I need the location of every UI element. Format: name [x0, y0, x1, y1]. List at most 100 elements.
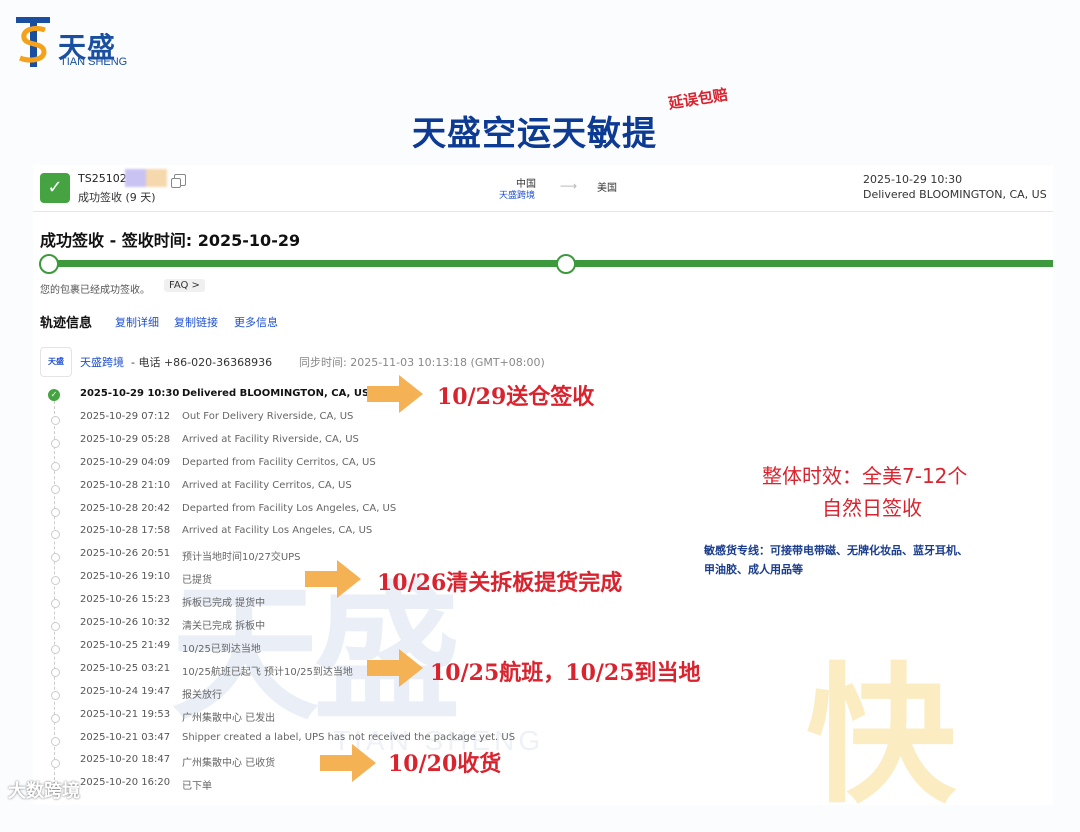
- brand-logo: 天盛 TIAN SHENG: [14, 14, 129, 70]
- origin-carrier-link[interactable]: 天盛跨境: [499, 188, 535, 201]
- timeline-dot-icon: [51, 622, 60, 631]
- event-time: 2025-10-21 03:47: [80, 731, 171, 743]
- event-description: Delivered BLOOMINGTON, CA, US: [182, 388, 370, 399]
- shipment-status: 成功签收 (9 天): [78, 191, 156, 204]
- timeline-dot-icon: [51, 759, 60, 769]
- note-flight-arrival: 10/25航班，10/25到当地: [430, 660, 701, 686]
- event-description: 10/25航班已起飞 预计10/25到达当地: [182, 666, 353, 678]
- carrier-name[interactable]: 天盛跨境: [80, 354, 124, 370]
- annotation-arrow-icon: [320, 744, 376, 782]
- event-row: 2025-10-29 04:09 Departed from Facility C…: [33, 457, 573, 477]
- timeline-dot-icon: [51, 484, 60, 494]
- event-description: Out For Delivery Riverside, CA, US: [182, 410, 354, 422]
- event-time: 2025-10-20 18:47: [80, 754, 171, 766]
- event-description: Shipper created a label, UPS has not rec…: [182, 731, 516, 743]
- destination-country: 美国: [597, 183, 617, 194]
- event-time: 2025-10-26 20:51: [80, 548, 171, 560]
- summary-line-1: 整体时效：全美7-12个: [762, 464, 968, 488]
- ts-logo-icon: [16, 17, 50, 67]
- event-row: 2025-10-29 07:12 Out For Delivery Riversi…: [33, 411, 573, 431]
- note-customs-cleared: 10/26清关拆板提货完成: [377, 570, 623, 596]
- event-time: 2025-10-28 20:42: [80, 502, 171, 514]
- timeline-dot-icon: [51, 507, 60, 517]
- more-info-link[interactable]: 更多信息: [234, 314, 278, 330]
- copy-icon[interactable]: [171, 174, 186, 188]
- timeline-dot-icon: [51, 576, 60, 586]
- delivery-subtitle: 您的包裹已经成功签收。: [40, 285, 150, 296]
- event-row: 2025-10-26 10:32 清关已完成 拆板中: [33, 617, 573, 637]
- event-time: 2025-10-28 17:58: [80, 525, 171, 537]
- watermark-kuai: 快: [806, 650, 957, 824]
- brand-name-en: TIAN SHENG: [60, 56, 128, 68]
- delay-compensation-stamp: 延误包赔: [667, 85, 730, 113]
- event-description: Departed from Facility Cerritos, CA, US: [182, 456, 376, 468]
- event-description: 已提货: [182, 575, 212, 587]
- timeline-dot-icon: [51, 553, 60, 563]
- event-time: 2025-10-29 10:30: [80, 388, 180, 399]
- footer-watermark: 大数跨境: [8, 781, 80, 802]
- timeline-dot-icon: [51, 713, 60, 723]
- event-description: Arrived at Facility Los Angeles, CA, US: [182, 525, 373, 537]
- route-arrow-icon: ⟶: [560, 179, 578, 193]
- event-time: 2025-10-25 03:21: [80, 662, 171, 674]
- event-row: 2025-10-21 19:53 广州集散中心 已发出: [33, 709, 573, 729]
- tracking-heading: 轨迹信息: [40, 316, 93, 331]
- event-time: 2025-10-28 21:10: [80, 479, 171, 491]
- event-description: 广州集散中心 已发出: [182, 712, 276, 724]
- timeline-dot-icon: [51, 415, 60, 425]
- sensitive-goods-line-1: 敏感货专线：可接带电带磁、无牌化妆品、蓝牙耳机、: [704, 544, 968, 557]
- progress-mid-node: [556, 254, 576, 274]
- latest-event-time: 2025-10-29 10:30: [863, 173, 963, 186]
- event-row: 2025-10-28 21:10 Arrived at Facility Cerr…: [33, 480, 573, 500]
- event-description: 已下单: [182, 781, 212, 793]
- event-time: 2025-10-26 19:10: [80, 571, 171, 583]
- timeline-dot-icon: [51, 736, 60, 746]
- summary-line-2: 自然日签收: [822, 496, 922, 520]
- copy-link-link[interactable]: 复制链接: [174, 314, 218, 330]
- sensitive-goods-line-2: 甲油胶、成人用品等: [704, 563, 803, 576]
- timeline-dot-icon: [51, 690, 60, 700]
- event-time: 2025-10-25 21:49: [80, 639, 171, 651]
- sync-time: 同步时间: 2025-11-03 10:13:18 (GMT+08:00): [299, 356, 545, 369]
- timeline-dot-icon: [51, 438, 60, 448]
- event-time: 2025-10-20 16:20: [80, 777, 171, 789]
- event-time: 2025-10-26 10:32: [80, 617, 171, 628]
- event-time: 2025-10-24 19:47: [80, 685, 171, 697]
- faq-button[interactable]: FAQ >: [164, 279, 205, 292]
- shipment-header: ✓ TS251026 成功签收 (9 天) 中国 天盛跨境 ⟶ 美国 2025-…: [33, 165, 1053, 212]
- progress-start-node: [39, 254, 59, 274]
- copy-details-link[interactable]: 复制详细: [115, 314, 159, 330]
- timeline-dot-icon: [51, 667, 60, 677]
- redacted-block: [125, 169, 167, 187]
- event-row: 2025-10-24 19:47 报关放行: [33, 686, 573, 706]
- event-time: 2025-10-21 19:53: [80, 708, 171, 720]
- annotation-arrow-icon: [367, 375, 423, 413]
- event-row: 2025-10-28 20:42 Departed from Facility L…: [33, 503, 573, 523]
- event-description: 清关已完成 拆板中: [182, 621, 266, 632]
- event-description: 报关放行: [182, 689, 222, 701]
- carrier-logo: 天盛: [40, 347, 72, 377]
- delivery-title: 成功签收 - 签收时间: 2025-10-29: [40, 231, 301, 250]
- timeline-dot-icon: [51, 644, 60, 654]
- event-row: 2025-10-28 17:58 Arrived at Facility Los …: [33, 525, 573, 545]
- note-delivered: 10/29送仓签收: [437, 384, 595, 410]
- note-received: 10/20收货: [388, 751, 502, 777]
- check-circle-icon: ✓: [48, 389, 60, 401]
- carrier-phone: - 电话 +86-020-36368936: [131, 356, 273, 369]
- progress-bar: [47, 260, 1053, 267]
- annotation-arrow-icon: [305, 560, 361, 598]
- event-time: 2025-10-26 15:23: [80, 594, 171, 606]
- event-description: Arrived at Facility Cerritos, CA, US: [182, 479, 352, 491]
- event-time: 2025-10-29 04:09: [80, 456, 171, 468]
- timeline-dot-icon: [51, 530, 60, 540]
- event-time: 2025-10-29 05:28: [80, 433, 171, 445]
- event-row: 2025-10-20 16:20 已下单: [33, 777, 573, 797]
- event-row: 2025-10-26 15:23 拆板已完成 提货中: [33, 594, 573, 614]
- event-description: 预计当地时间10/27交UPS: [182, 552, 301, 564]
- event-row: 2025-10-29 05:28 Arrived at Facility Rive…: [33, 434, 573, 454]
- event-description: 10/25已到达当地: [182, 643, 261, 655]
- event-description: Arrived at Facility Riverside, CA, US: [182, 433, 359, 445]
- event-description: 广州集散中心 已收货: [182, 758, 276, 770]
- event-time: 2025-10-29 07:12: [80, 410, 171, 422]
- latest-event-status: Delivered BLOOMINGTON, CA, US: [863, 188, 1047, 201]
